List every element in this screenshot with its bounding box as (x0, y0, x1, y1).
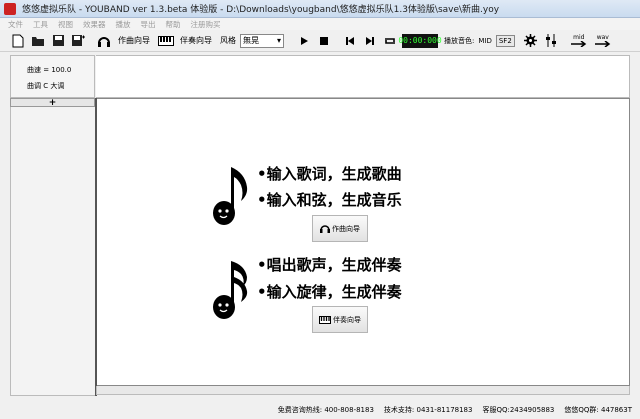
plus-icon: + (48, 97, 57, 108)
chevron-down-icon: ▾ (276, 36, 281, 45)
open-folder-icon[interactable] (30, 33, 46, 49)
music-note-face-icon (213, 167, 248, 225)
headphones-icon[interactable] (96, 33, 112, 49)
headphones-icon (320, 225, 330, 233)
gear-icon[interactable] (523, 33, 539, 49)
loop-icon[interactable] (382, 33, 398, 49)
skip-forward-icon[interactable] (362, 33, 378, 49)
accompany-wizard-main-label: 伴奏向导 (333, 315, 361, 324)
compose-wizard-main-label: 作曲向导 (332, 224, 360, 233)
qq-group-text: 悠悠QQ群: 447863T (564, 405, 632, 414)
ruler-area (96, 55, 630, 98)
style-label: 风格 (220, 36, 236, 45)
song-info-panel: 曲速 = 100.0 曲调 C 大调 (10, 55, 95, 98)
feature-line-2: •输入和弦，生成音乐 (257, 191, 402, 209)
add-track-button[interactable]: + (10, 98, 95, 107)
keyboard-icon (319, 315, 331, 324)
compose-wizard-main-button[interactable]: 作曲向导 (312, 215, 368, 242)
music-note-face-icon (213, 261, 248, 319)
time-display: 00:00:000 (398, 33, 442, 48)
export-mid-button[interactable]: mid (569, 33, 589, 49)
menu-help[interactable]: 帮助 (166, 19, 181, 30)
menu-file[interactable]: 文件 (8, 19, 23, 30)
play-icon[interactable] (296, 33, 312, 49)
menu-register[interactable]: 注册购买 (191, 19, 221, 30)
title-bar: 悠悠虚拟乐队 - YOUBAND ver 1.3.beta 体验版 - D:\D… (0, 0, 640, 18)
feature-line-3: •唱出歌声，生成伴奏 (257, 256, 402, 274)
track-list-panel (10, 107, 95, 396)
tempo-text[interactable]: 曲速 = 100.0 (27, 62, 94, 78)
accompany-wizard-main-button[interactable]: 伴奏向导 (312, 306, 368, 333)
skip-back-icon[interactable] (342, 33, 358, 49)
key-text[interactable]: 曲调 C 大调 (27, 78, 94, 94)
save-as-icon[interactable] (70, 33, 86, 49)
menu-play[interactable]: 播放 (116, 19, 131, 30)
arrow-right-icon (570, 40, 587, 47)
support-text: 技术支持: 0431-81178183 (383, 405, 473, 414)
stop-icon[interactable] (316, 33, 332, 49)
accompany-wizard-button[interactable]: 伴奏向导 (180, 35, 212, 46)
compose-wizard-button[interactable]: 作曲向导 (118, 35, 150, 46)
keyboard-icon[interactable] (158, 33, 174, 49)
menu-view[interactable]: 视图 (58, 19, 73, 30)
status-bar: 免费咨询热线: 400-808-8183 技术支持: 0431-81178183… (0, 400, 640, 419)
panel-splitter[interactable] (95, 98, 97, 396)
save-icon[interactable] (50, 33, 66, 49)
menu-tools[interactable]: 工具 (33, 19, 48, 30)
window-title: 悠悠虚拟乐队 - YOUBAND ver 1.3.beta 体验版 - D:\D… (22, 5, 500, 15)
feature-line-4: •输入旋律，生成伴奏 (257, 283, 402, 301)
arrow-right-icon (594, 40, 611, 47)
feature-line-1: •输入歌词，生成歌曲 (257, 165, 402, 183)
new-file-icon[interactable] (10, 33, 26, 49)
export-wav-button[interactable]: wav (593, 33, 613, 49)
app-window: 悠悠虚拟乐队 - YOUBAND ver 1.3.beta 体验版 - D:\D… (0, 0, 640, 419)
mid-label[interactable]: MID (478, 37, 492, 45)
toolbar: 作曲向导 伴奏向导 风格 無晃 ▾ 00:00:000 播放音色: MID SF… (0, 30, 640, 52)
menu-effects[interactable]: 效果器 (83, 19, 106, 30)
sf2-button[interactable]: SF2 (495, 34, 515, 47)
mixer-icon[interactable] (543, 33, 559, 49)
app-icon (4, 2, 16, 15)
menu-export[interactable]: 导出 (141, 19, 156, 30)
style-value: 無晃 (243, 36, 259, 45)
horizontal-scrollbar[interactable] (96, 386, 630, 395)
hotline-text: 免费咨询热线: 400-808-8183 (277, 405, 374, 414)
style-select[interactable]: 無晃 ▾ (240, 33, 284, 48)
menu-bar: 文件 工具 视图 效果器 播放 导出 帮助 注册购买 (0, 18, 640, 30)
editor-canvas: •输入歌词，生成歌曲 •输入和弦，生成音乐 作曲向导 •唱出歌声，生成伴奏 •输… (96, 98, 630, 386)
play-color-label: 播放音色: (444, 36, 475, 45)
service-qq-text: 客服QQ:2434905883 (482, 405, 555, 414)
